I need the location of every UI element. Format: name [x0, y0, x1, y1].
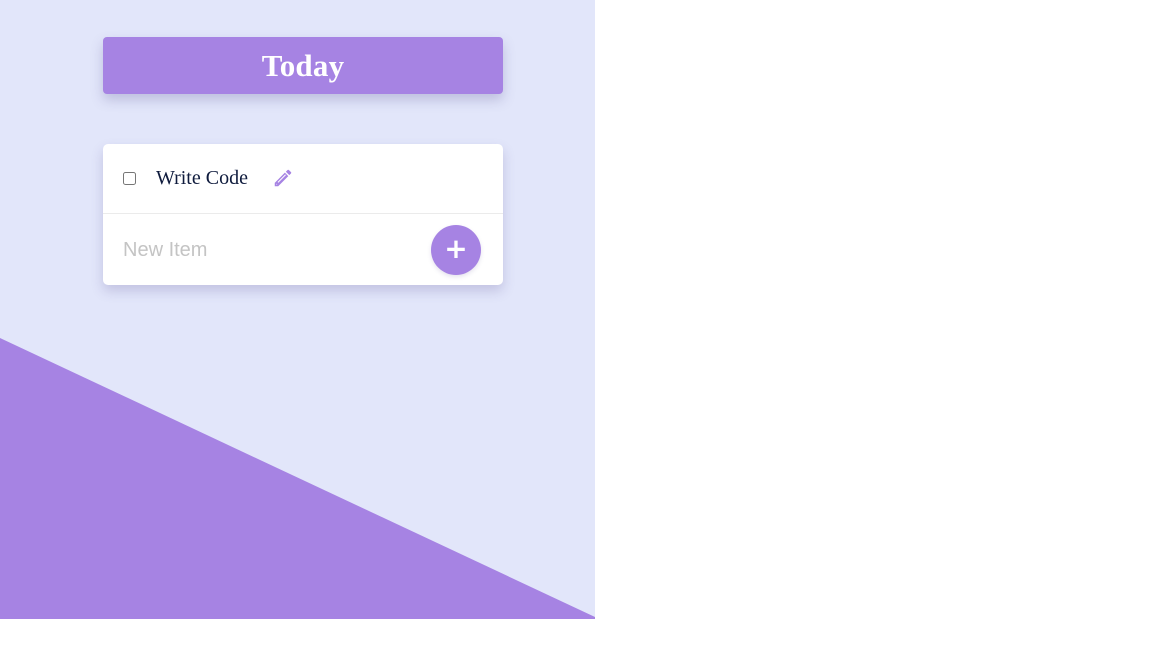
- page-title: Today: [261, 47, 345, 83]
- list-item: Write Code: [103, 144, 503, 214]
- item-label: Write Code: [156, 167, 248, 189]
- pencil-icon[interactable]: [272, 167, 294, 189]
- app-background: Today Write Code +: [0, 0, 595, 619]
- item-checkbox[interactable]: [123, 172, 136, 185]
- new-item-row: +: [103, 214, 503, 285]
- add-item-button[interactable]: +: [431, 225, 481, 275]
- new-item-input[interactable]: [123, 234, 413, 266]
- todo-card: Write Code +: [103, 144, 503, 285]
- list-header: Today: [103, 37, 503, 94]
- plus-icon: +: [444, 232, 468, 265]
